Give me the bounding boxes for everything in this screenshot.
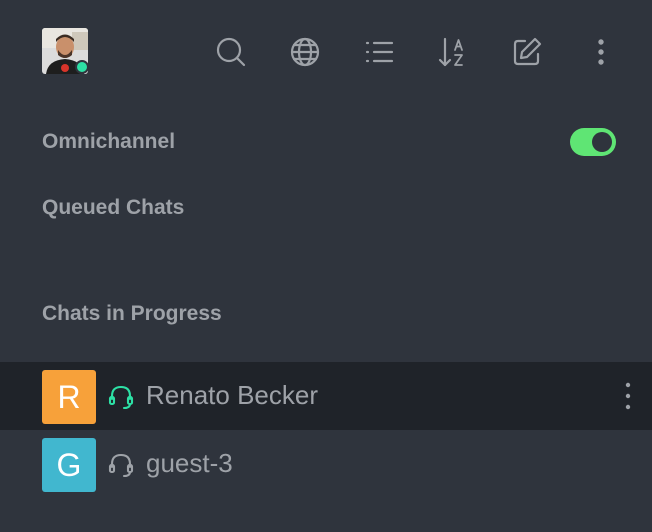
more-vertical-icon <box>598 39 604 65</box>
room-name: guest-3 <box>146 448 233 478</box>
queued-chats-title: Queued Chats <box>42 196 185 219</box>
search-icon <box>216 37 246 67</box>
chats-in-progress-title: Chats in Progress <box>42 302 222 325</box>
user-status-online <box>75 60 89 74</box>
directory-globe-icon <box>290 37 320 67</box>
toggle-knob <box>592 132 612 152</box>
room-item-guest-3[interactable]: G guest-3 <box>0 430 652 498</box>
more-options-button[interactable] <box>581 32 621 72</box>
headset-icon <box>106 382 136 412</box>
create-new-icon <box>513 37 542 66</box>
view-list-icon <box>365 41 394 63</box>
more-vertical-icon <box>625 382 631 410</box>
room-item-renato-becker[interactable]: R Renato Becker <box>0 362 652 430</box>
room-name: Renato Becker <box>146 380 318 410</box>
sort-button[interactable] <box>433 32 473 72</box>
room-menu-kebab[interactable] <box>614 380 642 412</box>
sort-az-icon <box>438 37 463 67</box>
view-mode-button[interactable] <box>359 32 399 72</box>
room-avatar: G <box>42 438 96 492</box>
sidebar: Omnichannel Queued Chats Chats in Progre… <box>0 0 652 532</box>
omnichannel-toggle[interactable] <box>570 128 616 156</box>
sidebar-header <box>0 0 652 104</box>
search-button[interactable] <box>211 32 251 72</box>
user-avatar[interactable] <box>42 28 89 74</box>
create-new-button[interactable] <box>507 32 547 72</box>
omnichannel-title: Omnichannel <box>42 130 176 153</box>
room-avatar: R <box>42 370 96 424</box>
headset-icon <box>106 450 136 480</box>
directory-button[interactable] <box>285 32 325 72</box>
